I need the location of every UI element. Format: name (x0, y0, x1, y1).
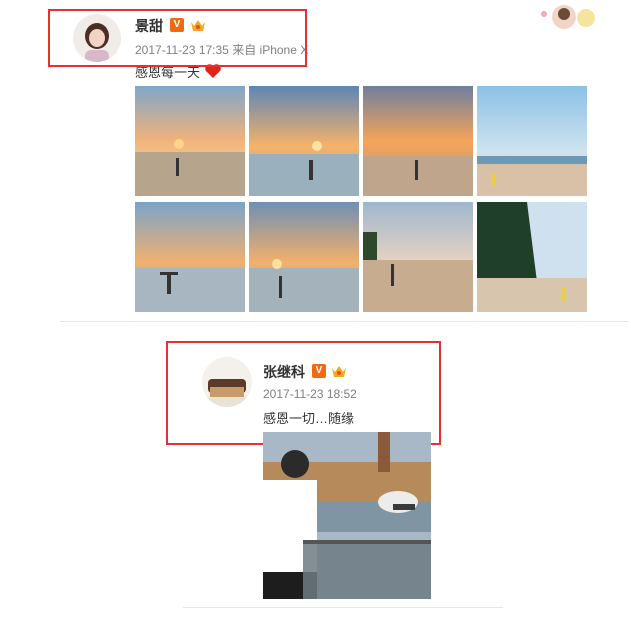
photo-thumbnail[interactable] (135, 86, 245, 196)
photo-thumbnail[interactable] (135, 202, 245, 312)
top-right-avatar-cluster[interactable] (536, 4, 598, 30)
feed-divider (183, 607, 503, 608)
post-photo[interactable] (263, 432, 431, 599)
photo-thumbnail[interactable] (249, 86, 359, 196)
photo-thumbnail[interactable] (363, 202, 473, 312)
photo-thumbnail[interactable] (249, 202, 359, 312)
highlight-box (48, 9, 307, 67)
highlight-box (166, 341, 441, 445)
photo-thumbnail[interactable] (477, 202, 587, 312)
post-content-text: 感恩每一天 (135, 65, 201, 80)
photo-thumbnail[interactable] (477, 86, 587, 196)
photo-grid (135, 86, 587, 312)
feed-divider (60, 321, 628, 322)
photo-thumbnail[interactable] (363, 86, 473, 196)
